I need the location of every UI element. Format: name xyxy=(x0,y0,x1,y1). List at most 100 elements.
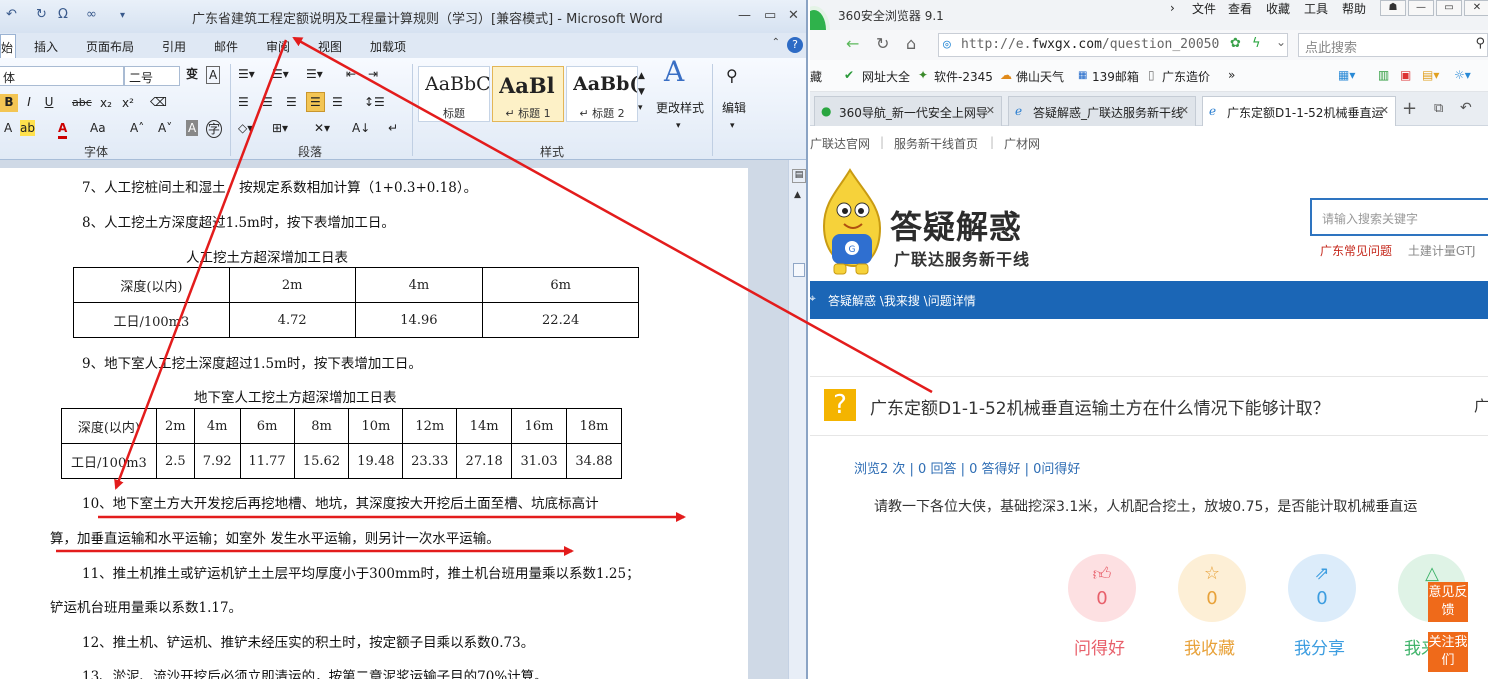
scroll-thumb[interactable] xyxy=(793,263,805,277)
underline-button[interactable]: U xyxy=(40,94,58,112)
ruler-toggle-icon[interactable]: ▤ xyxy=(792,169,806,183)
extensions-icon[interactable]: ▤▾ xyxy=(1422,68,1439,82)
bullets-icon[interactable]: ☰▾ xyxy=(238,66,255,82)
menu-file[interactable]: 文件 xyxy=(1192,0,1216,17)
edit-label[interactable]: 编辑 xyxy=(722,100,746,116)
link-guangdong-faq[interactable]: 广东常见问题 xyxy=(1320,244,1392,258)
tab-references[interactable]: 引用 xyxy=(162,38,186,55)
breadcrumb[interactable]: 答疑解惑 \我来搜 \问题详情 xyxy=(828,294,976,308)
chinese-layout-icon[interactable]: ✕▾ xyxy=(314,120,330,136)
italic-button[interactable]: I xyxy=(20,94,38,112)
reader-icon[interactable]: ▥ xyxy=(1378,68,1389,82)
adblock-icon[interactable]: ▣ xyxy=(1400,68,1411,82)
align-center-icon[interactable]: ☰ xyxy=(262,94,273,110)
menu-view[interactable]: 查看 xyxy=(1228,0,1252,17)
align-left-icon[interactable]: ☰ xyxy=(238,94,249,110)
link-gtj[interactable]: 土建计量GTJ xyxy=(1408,244,1476,258)
char-shading-icon[interactable]: A xyxy=(186,120,199,136)
close-icon[interactable]: ✕ xyxy=(788,8,799,23)
style-heading-2[interactable]: AaBb( ↵ 标题 2 xyxy=(566,66,638,122)
undo-close-icon[interactable]: ↶ xyxy=(1460,100,1472,116)
collapse-ribbon-icon[interactable]: ⌃ xyxy=(772,37,780,48)
grow-font-button[interactable]: A˄ xyxy=(130,120,144,136)
change-styles-icon[interactable]: A xyxy=(664,58,684,86)
font-style-a-icon[interactable]: A xyxy=(206,66,221,84)
chevron-down-icon[interactable]: ▾ xyxy=(730,118,735,134)
tab-mailings[interactable]: 邮件 xyxy=(214,38,238,55)
home-icon[interactable]: ⌂ xyxy=(906,34,916,53)
strikethrough-button[interactable]: abc xyxy=(72,95,92,111)
chevron-down-icon[interactable]: ⌄ xyxy=(1276,35,1286,49)
more-favorites-icon[interactable]: » xyxy=(1228,68,1235,82)
style-title[interactable]: AaBbC 标题 xyxy=(418,66,490,122)
numbering-icon[interactable]: ☰▾ xyxy=(272,66,289,82)
favorite-button[interactable]: ☆ 0 xyxy=(1178,554,1246,622)
new-tab-icon[interactable]: + xyxy=(1402,98,1417,119)
fav-software[interactable]: 软件-2345 xyxy=(934,68,993,85)
style-heading-1[interactable]: AaBl ↵ 标题 1 xyxy=(492,66,564,122)
justify-icon[interactable]: ☰ xyxy=(306,92,325,112)
chevron-down-icon[interactable]: ▾ xyxy=(676,118,681,134)
omega-symbol-icon[interactable]: Ω xyxy=(58,7,68,22)
tab-close-icon[interactable]: ✕ xyxy=(1180,104,1189,117)
menu-favorites[interactable]: 收藏 xyxy=(1266,0,1290,17)
minimize-icon[interactable]: — xyxy=(738,8,751,23)
line-spacing-icon[interactable]: ↕☰ xyxy=(364,94,385,110)
superscript-button[interactable]: x² xyxy=(122,95,134,111)
text-effect-icon[interactable]: A xyxy=(4,120,12,136)
link-material-site[interactable]: 广材网 xyxy=(1004,135,1040,152)
favorite-label[interactable]: 我收藏 xyxy=(1184,634,1235,659)
equation-icon[interactable]: ∞ xyxy=(86,7,97,22)
restore-icon[interactable]: ▭ xyxy=(764,8,776,23)
browser-search-input[interactable]: 点此搜索 ⚲ xyxy=(1298,33,1488,57)
redo-icon[interactable]: ↻ xyxy=(36,7,47,22)
show-marks-icon[interactable]: ↵ xyxy=(388,120,398,136)
fav-guangdong-cost[interactable]: 广东造价 xyxy=(1162,68,1210,85)
decrease-indent-icon[interactable]: ⇤ xyxy=(346,66,356,82)
font-color-icon[interactable]: A xyxy=(58,120,68,139)
apps-icon[interactable]: ▦▾ xyxy=(1338,68,1355,82)
refresh-icon[interactable]: ↻ xyxy=(876,34,889,53)
font-size-field[interactable]: 二号 xyxy=(124,66,180,86)
increase-indent-icon[interactable]: ⇥ xyxy=(368,66,378,82)
security-icon[interactable]: ✿ xyxy=(1230,36,1241,51)
shrink-font-button[interactable]: A˅ xyxy=(158,120,172,136)
fav-collection[interactable]: 藏 xyxy=(810,68,822,85)
tab-insert[interactable]: 插入 xyxy=(34,38,58,55)
like-label[interactable]: 问得好 xyxy=(1074,634,1125,659)
document-page[interactable]: 7、人工挖桩间土和湿土，按规定系数相加计算（1+0.3+0.18）。 8、人工挖… xyxy=(0,168,748,679)
undo-icon[interactable]: ↶ xyxy=(6,7,17,22)
browser-tab-question[interactable]: ℯ 广东定额D1-1-52机械垂直运 ✕ xyxy=(1202,96,1396,126)
browser-tab-qa[interactable]: ℯ 答疑解惑_广联达服务新干线 ✕ xyxy=(1008,96,1196,126)
share-button[interactable]: ⇗ 0 xyxy=(1288,554,1356,622)
tab-close-icon[interactable]: ✕ xyxy=(1380,104,1389,117)
highlight-icon[interactable]: ab xyxy=(20,120,35,136)
shading-icon[interactable]: ◇▾ xyxy=(238,120,253,136)
lightning-icon[interactable]: ϟ xyxy=(1252,36,1261,51)
distributed-icon[interactable]: ☰ xyxy=(332,94,343,110)
keyword-search-input[interactable]: 请输入搜索关键字 xyxy=(1310,198,1488,236)
align-right-icon[interactable]: ☰ xyxy=(286,94,297,110)
search-icon[interactable]: ⚲ xyxy=(1475,36,1485,51)
link-service-home[interactable]: 服务新干线首页 xyxy=(894,135,978,152)
subscript-button[interactable]: x₂ xyxy=(100,95,112,111)
binoculars-icon[interactable]: ⚲ xyxy=(726,68,738,84)
tab-addins[interactable]: 加载项 xyxy=(370,38,406,55)
back-icon[interactable]: ← xyxy=(846,34,859,53)
clear-format-icon[interactable]: ⌫ xyxy=(150,94,167,110)
help-icon[interactable]: ? xyxy=(787,37,803,53)
tab-close-icon[interactable]: ✕ xyxy=(986,104,995,117)
tab-home[interactable]: 始 xyxy=(0,34,16,58)
change-styles-label[interactable]: 更改样式 xyxy=(656,100,704,116)
fav-foshan-weather[interactable]: 佛山天气 xyxy=(1016,68,1064,85)
minimize-icon[interactable]: — xyxy=(1408,0,1434,16)
tab-view[interactable]: 视图 xyxy=(318,38,342,55)
font-name-field[interactable]: 体 xyxy=(0,66,124,86)
tab-list-icon[interactable]: ⧉ xyxy=(1434,101,1443,116)
menu-help[interactable]: 帮助 xyxy=(1342,0,1366,17)
vertical-scrollbar[interactable]: ▤ ▲ xyxy=(788,160,806,679)
multilevel-list-icon[interactable]: ☰▾ xyxy=(306,66,323,82)
customize-toolbar-icon[interactable]: ▾ xyxy=(120,10,125,21)
sort-icon[interactable]: A↓ xyxy=(352,120,370,136)
grow-font-icon[interactable]: 变 xyxy=(186,66,198,82)
